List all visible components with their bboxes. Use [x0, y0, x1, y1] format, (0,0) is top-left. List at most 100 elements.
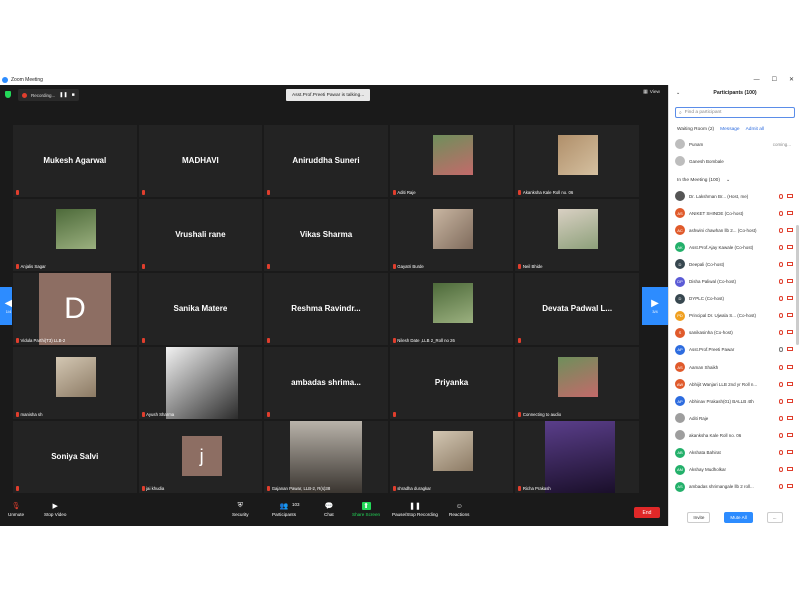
encryption-shield-icon[interactable] [5, 91, 11, 98]
waiting-participant[interactable]: Punam coming... [675, 137, 793, 151]
video-tile[interactable]: Richa Prakash [514, 420, 640, 494]
video-tile[interactable]: ambadas shrima... [263, 346, 389, 420]
admit-all-link[interactable]: Admit all [746, 127, 764, 132]
participant-row[interactable]: AS ANIKET SHINDE (Co-host) [675, 206, 793, 220]
participant-row[interactable]: AC ashwini chawhan llb 2... (Co-host) [675, 223, 793, 237]
participant-video [558, 357, 599, 397]
participant-name: Akshata Bahirat [689, 450, 721, 455]
participant-row[interactable]: AP Asst.Prof.Preeti Pawar [675, 343, 793, 357]
end-meeting-button[interactable]: End [634, 507, 660, 518]
invite-button[interactable]: Invite [687, 511, 711, 523]
participant-row[interactable]: AP Abhinav Prakash(01) BALLB 4th [675, 394, 793, 408]
video-tile[interactable]: shradha duragkar [388, 420, 515, 494]
participant-row[interactable]: AK Asst.Prof.Ajay Kawale (Co-host) [675, 240, 793, 254]
participant-video [165, 347, 238, 419]
unmute-button[interactable]: 🎙 Unmute [8, 502, 24, 517]
security-button[interactable]: ⛨ Security [232, 502, 249, 517]
reactions-button[interactable]: ☺ Reactions [449, 502, 469, 518]
video-tile[interactable]: Connecting to audio [514, 346, 640, 420]
video-tile[interactable]: Nilesh Date ,LLB 2_Roll no 26 [388, 272, 515, 346]
participant-row[interactable]: AB Akshata Bahirat [675, 446, 793, 460]
participants-panel: ⌄ Participants (100) ⌕ Find a participan… [668, 85, 800, 526]
video-tile[interactable]: D Vidula Parthi(T3) LLB-2 [12, 272, 138, 346]
chevron-down-icon[interactable]: ⌄ [676, 90, 680, 96]
stop-video-button[interactable]: ▶ Stop Video [44, 502, 66, 517]
minimize-icon[interactable]: — [754, 77, 760, 83]
pause-recording-icon[interactable]: ❚❚ [59, 92, 67, 98]
video-tile[interactable]: Ayush Sharma [137, 346, 264, 420]
avatar: DP [675, 276, 685, 287]
maximize-icon[interactable]: ☐ [772, 76, 777, 83]
video-off-icon [787, 193, 793, 198]
video-tile[interactable]: Soniya Salvi [12, 420, 138, 494]
participants-icon: 👥 [279, 503, 289, 510]
participant-row[interactable]: AW Abhijit Wanjari LLB 2nd yr Roll n... [675, 377, 793, 391]
participant-row[interactable]: D Deepali (Co-host) [675, 257, 793, 271]
page-indicator-right: 3/4 [652, 309, 658, 314]
zoom-window: Zoom Meeting — ☐ ✕ Recording... ❚❚ ■ Ass… [0, 74, 800, 526]
security-label: Security [232, 512, 249, 517]
video-tile[interactable]: Gajanan Pawar, LLB-2, R(s)38 [263, 420, 389, 494]
microphone-muted-icon [518, 264, 522, 269]
video-tile[interactable]: Gayatri Burde [388, 198, 515, 272]
video-tile[interactable]: Akanksha Kale Roll no. 06 [514, 124, 640, 198]
message-link[interactable]: Message [720, 127, 739, 132]
participant-name: ambadas shrimangale llb 2 roll... [689, 484, 754, 490]
participant-row[interactable]: AS Aaman Shaikh [675, 360, 793, 374]
tile-label: jai khudia [141, 486, 164, 491]
participants-scrollbar[interactable] [796, 225, 799, 345]
participant-row[interactable]: Aditi Raje [675, 411, 793, 425]
mute-all-button[interactable]: Mute All [724, 511, 753, 523]
video-tile[interactable]: Vikas Sharma [263, 198, 389, 272]
video-off-icon [787, 432, 793, 437]
participant-row[interactable]: PD Principal Dr. Ujwala S... (Co-host) [675, 309, 793, 323]
avatar: AS [675, 481, 685, 492]
video-off-icon [787, 330, 793, 335]
microphone-muted-icon [779, 279, 783, 284]
participant-row[interactable]: AM Akshay Mudholkar [675, 463, 793, 477]
video-tile[interactable]: MADHAVI [137, 124, 264, 198]
next-page-button[interactable]: ▶ 3/4 [642, 287, 668, 325]
participant-row[interactable]: D DYPLC (Co-host) [675, 292, 793, 306]
video-tile[interactable]: j jai khudia [137, 420, 264, 494]
chat-button[interactable]: 💬 Chat [324, 502, 334, 517]
video-tile[interactable]: Devata Padwal L... [514, 272, 640, 346]
participant-search-input[interactable]: ⌕ Find a participant [675, 107, 795, 118]
video-tile[interactable]: Reshma Ravindr... [263, 272, 389, 346]
video-tile[interactable]: Mukesh Agarwal [12, 124, 138, 198]
participant-row[interactable]: akanksha Kale Roll no. 06 [675, 428, 793, 442]
video-tile[interactable]: Vrushali rane [137, 198, 264, 272]
tile-label: manisha sh [16, 412, 42, 417]
share-screen-button[interactable]: ⬆ Share Screen [352, 502, 380, 517]
microphone-muted-icon [779, 313, 783, 319]
stop-recording-icon[interactable]: ■ [72, 92, 75, 98]
tile-label [16, 486, 19, 491]
participant-row[interactable]: Ssanikasinha (Co-host) [675, 326, 793, 340]
video-tile[interactable]: Anjalis Sagar [12, 198, 138, 272]
more-button[interactable]: ... [766, 511, 783, 523]
title-bar: Zoom Meeting — ☐ ✕ [0, 74, 800, 85]
view-button[interactable]: ▦ View [643, 90, 660, 95]
video-tile[interactable]: manisha sh [12, 346, 138, 420]
participant-row[interactable]: DP Disha Paliwal (Co-host) [675, 275, 793, 289]
close-icon[interactable]: ✕ [789, 76, 794, 83]
video-tile[interactable]: Aniruddha Suneri [263, 124, 389, 198]
in-meeting-section[interactable]: In the Meeting (100) ⌄ [677, 178, 730, 183]
stop-video-label: Stop Video [44, 512, 67, 517]
participant-status: coming... [772, 141, 791, 147]
video-tile[interactable]: Neil Bhide [514, 198, 640, 272]
search-placeholder: Find a participant [684, 110, 722, 115]
participant-name: Mukesh Agarwal [43, 156, 107, 165]
video-tile[interactable]: Sanika Matere [137, 272, 264, 346]
tile-label [267, 190, 271, 195]
chevron-down-icon: ⌄ [725, 178, 730, 183]
microphone-muted-icon [267, 338, 271, 343]
participant-row[interactable]: Dr. Lakshman Br... (Host, me) [675, 189, 793, 203]
pause-stop-recording-button[interactable]: ❚❚ Pause/Stop Recording [392, 502, 438, 517]
waiting-room-label[interactable]: Waiting Room (2) [677, 127, 714, 132]
participant-row[interactable]: AS ambadas shrimangale llb 2 roll... [675, 480, 793, 494]
video-tile[interactable]: Priyanka [388, 346, 515, 420]
video-tile[interactable]: Aditi Raje [388, 124, 515, 198]
avatar [675, 156, 685, 166]
waiting-participant[interactable]: Ganesh Bombale [675, 154, 793, 168]
